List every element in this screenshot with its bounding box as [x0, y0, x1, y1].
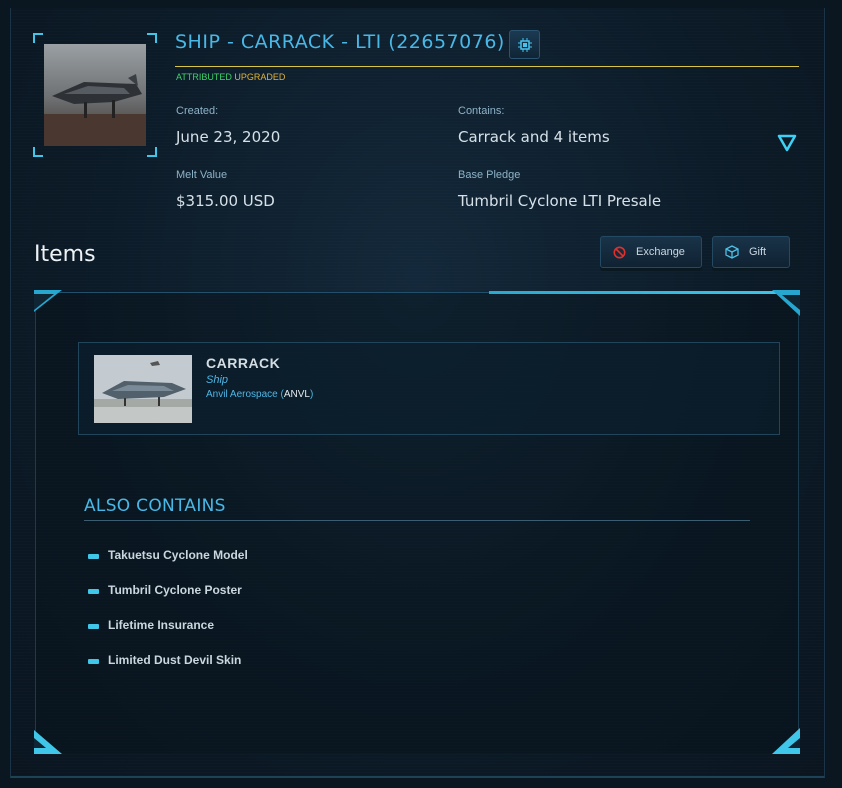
- pledge-thumbnail-frame: [33, 33, 157, 157]
- expand-triangle-icon[interactable]: [777, 134, 797, 152]
- upgrade-chip-button[interactable]: [509, 30, 540, 59]
- created-value: June 23, 2020: [176, 128, 281, 146]
- pledge-thumbnail: [44, 44, 146, 146]
- corner-bottom-right-icon: [772, 728, 800, 754]
- ship-card: CARRACK Ship Anvil Aerospace (ANVL): [78, 342, 780, 435]
- ship-manufacturer: Anvil Aerospace (ANVL): [206, 389, 314, 400]
- manufacturer-name: Anvil Aerospace: [206, 389, 278, 400]
- gift-label: Gift: [749, 246, 767, 258]
- corner-bottom-left-icon: [34, 730, 62, 754]
- melt-value-label: Melt Value: [176, 169, 228, 181]
- exchange-button[interactable]: Exchange: [600, 236, 702, 268]
- bullet-icon: [88, 624, 99, 629]
- base-pledge-label: Base Pledge: [458, 169, 521, 181]
- corner-top-right-icon: [772, 290, 800, 316]
- also-contains-list: Takuetsu Cyclone Model Tumbril Cyclone P…: [88, 548, 248, 688]
- list-item: Lifetime Insurance: [88, 618, 248, 653]
- bullet-icon: [88, 659, 99, 664]
- pledge-title: SHIP - CARRACK - LTI (22657076): [175, 31, 505, 53]
- contains-label: Contains:: [458, 105, 505, 117]
- bullet-icon: [88, 589, 99, 594]
- base-pledge-value: Tumbril Cyclone LTI Presale: [458, 192, 662, 210]
- status-tags: ATTRIBUTED UPGRADED: [176, 72, 285, 82]
- corner-top-left-icon: [34, 290, 62, 312]
- no-entry-icon: [613, 246, 626, 258]
- contains-value: Carrack and 4 items: [458, 128, 610, 146]
- frame-top-accent: [489, 291, 799, 294]
- ship-name: CARRACK: [206, 355, 281, 371]
- exchange-label: Exchange: [636, 246, 685, 258]
- list-item: Takuetsu Cyclone Model: [88, 548, 248, 583]
- title-underline: [175, 66, 799, 67]
- created-label: Created:: [176, 105, 219, 117]
- upgraded-tag: UPGRADED: [234, 72, 286, 82]
- list-item: Tumbril Cyclone Poster: [88, 583, 248, 618]
- items-heading: Items: [34, 242, 96, 267]
- manufacturer-code: ANVL: [283, 389, 310, 400]
- gift-icon: [725, 245, 739, 259]
- melt-value: $315.00 USD: [176, 192, 275, 210]
- ship-type: Ship: [206, 374, 229, 386]
- also-contains-heading: ALSO CONTAINS: [84, 496, 226, 516]
- attributed-tag: ATTRIBUTED: [176, 72, 232, 82]
- list-item: Limited Dust Devil Skin: [88, 653, 248, 688]
- also-contains-divider: [84, 520, 750, 521]
- ship-image: [94, 355, 192, 423]
- bullet-icon: [88, 554, 99, 559]
- chip-icon: [517, 37, 532, 52]
- gift-button[interactable]: Gift: [712, 236, 790, 268]
